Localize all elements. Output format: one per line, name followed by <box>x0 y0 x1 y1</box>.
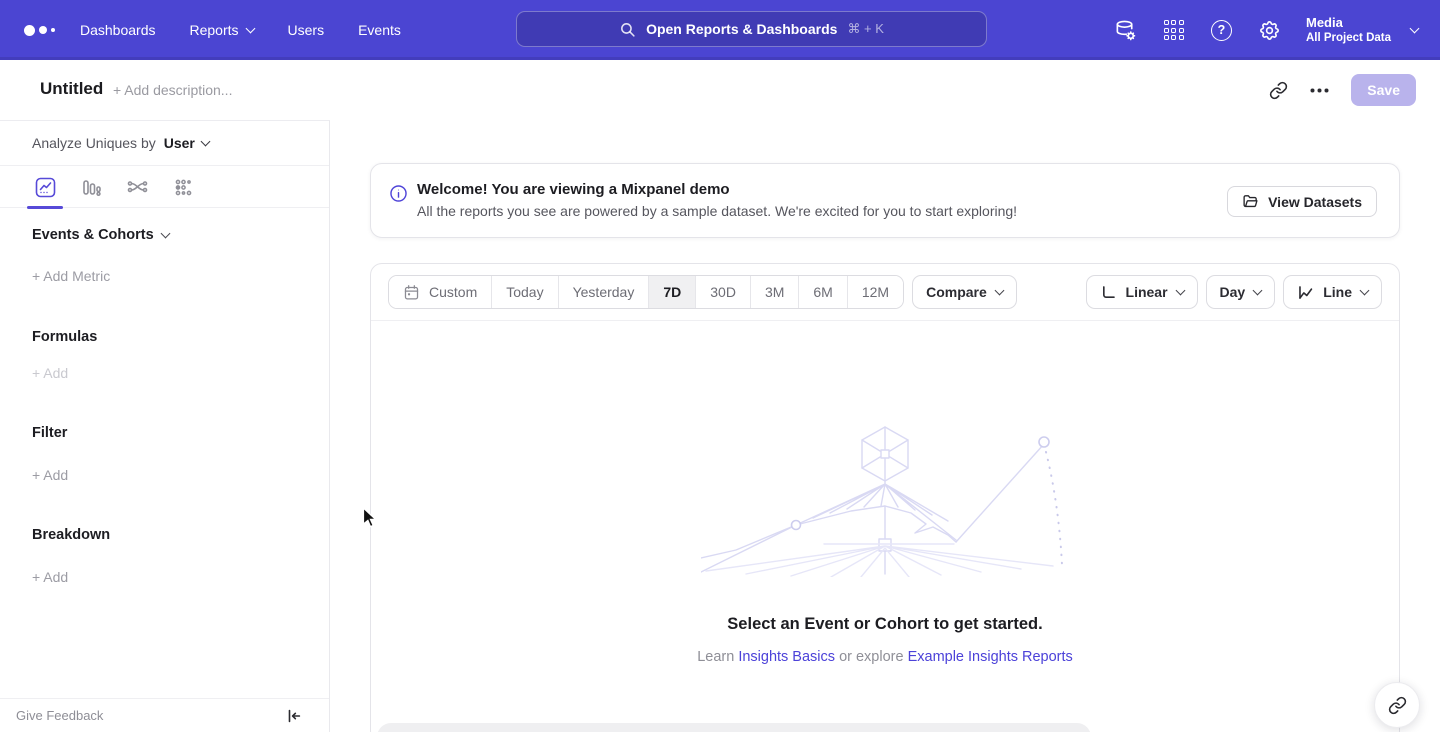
insights-basics-link[interactable]: Insights Basics <box>738 649 835 665</box>
formulas-section: Formulas <box>32 329 97 345</box>
tab-bar-chart[interactable] <box>68 167 114 208</box>
chevron-down-icon <box>200 136 210 146</box>
info-icon <box>389 184 408 203</box>
next-section-edge <box>377 723 1091 732</box>
line-chart-icon <box>1297 284 1314 301</box>
share-link-fab[interactable] <box>1374 682 1420 728</box>
collapse-sidebar-button[interactable] <box>285 707 303 725</box>
tab-flow[interactable] <box>114 167 160 208</box>
more-options-button[interactable] <box>1310 88 1329 93</box>
tab-metrics-grid[interactable] <box>160 167 206 208</box>
nav-users[interactable]: Users <box>288 22 325 38</box>
report-title[interactable]: Untitled <box>40 79 103 99</box>
help-icon[interactable]: ? <box>1210 19 1233 42</box>
granularity-dropdown[interactable]: Day <box>1206 275 1276 309</box>
ellipsis-icon <box>1310 88 1329 93</box>
search-shortcut: ⌘ + K <box>847 21 884 37</box>
collapse-left-icon <box>285 707 303 725</box>
apps-grid-icon[interactable] <box>1162 19 1185 42</box>
chevron-down-icon <box>1410 23 1420 33</box>
empty-state-hint: Learn Insights Basics or explore Example… <box>371 649 1399 665</box>
calendar-icon <box>403 284 420 301</box>
settings-gear-icon[interactable] <box>1258 19 1281 42</box>
project-subtitle: All Project Data <box>1306 31 1391 45</box>
folder-icon <box>1242 193 1259 210</box>
project-switcher[interactable]: Media All Project Data <box>1306 15 1418 45</box>
link-icon <box>1269 81 1288 100</box>
chevron-down-icon <box>160 228 170 238</box>
add-description-field[interactable]: + Add description... <box>113 82 232 98</box>
flow-tab-icon <box>127 177 148 198</box>
chevron-down-icon <box>245 23 255 33</box>
copy-link-button[interactable] <box>1269 81 1288 100</box>
range-12m[interactable]: 12M <box>848 276 903 308</box>
banner-title: Welcome! You are viewing a Mixpanel demo <box>417 181 1017 198</box>
empty-state-illustration <box>701 422 1081 577</box>
project-name: Media <box>1306 15 1391 31</box>
range-30d[interactable]: 30D <box>696 276 751 308</box>
analyze-label: Analyze Uniques by <box>32 135 156 151</box>
range-today[interactable]: Today <box>492 276 558 308</box>
data-management-icon[interactable] <box>1114 19 1137 42</box>
save-button[interactable]: Save <box>1351 74 1416 106</box>
chevron-down-icon <box>994 285 1004 295</box>
chevron-down-icon <box>1253 285 1263 295</box>
dots-grid-tab-icon <box>173 177 194 198</box>
chart-type-dropdown[interactable]: Line <box>1283 275 1382 309</box>
events-cohorts-section[interactable]: Events & Cohorts <box>32 227 169 243</box>
tab-insights-linechart[interactable] <box>22 167 68 208</box>
view-datasets-button[interactable]: View Datasets <box>1227 186 1377 217</box>
date-range-segmented-control: Custom Today Yesterday 7D 30D 3M 6M 12M <box>388 275 904 309</box>
nav-reports[interactable]: Reports <box>190 22 254 38</box>
bar-chart-tab-icon <box>81 177 102 198</box>
search-placeholder: Open Reports & Dashboards <box>646 21 837 37</box>
range-6m[interactable]: 6M <box>799 276 847 308</box>
add-formula-button[interactable]: + Add <box>32 365 68 381</box>
breakdown-section: Breakdown <box>32 527 110 543</box>
search-icon <box>619 21 636 38</box>
chevron-down-icon <box>1175 285 1185 295</box>
chevron-down-icon <box>1360 285 1370 295</box>
add-breakdown-button[interactable]: + Add <box>32 569 68 585</box>
nav-dashboards[interactable]: Dashboards <box>80 22 156 38</box>
example-insights-reports-link[interactable]: Example Insights Reports <box>908 649 1073 665</box>
give-feedback-link[interactable]: Give Feedback <box>16 708 103 723</box>
axes-icon <box>1100 284 1117 301</box>
nav-events[interactable]: Events <box>358 22 401 38</box>
global-search-input[interactable]: Open Reports & Dashboards ⌘ + K <box>516 11 987 47</box>
filter-section: Filter <box>32 425 67 441</box>
scale-dropdown[interactable]: Linear <box>1086 275 1198 309</box>
range-custom[interactable]: Custom <box>389 276 492 308</box>
report-header: Untitled + Add description... Save <box>0 60 1440 120</box>
add-filter-button[interactable]: + Add <box>32 467 68 483</box>
empty-state-title: Select an Event or Cohort to get started… <box>371 615 1399 634</box>
range-yesterday[interactable]: Yesterday <box>559 276 650 308</box>
range-3m[interactable]: 3M <box>751 276 799 308</box>
range-7d[interactable]: 7D <box>649 276 696 308</box>
add-metric-button[interactable]: + Add Metric <box>32 268 110 284</box>
analyze-by-dropdown[interactable]: User <box>164 135 209 151</box>
link-icon <box>1388 696 1407 715</box>
welcome-banner: Welcome! You are viewing a Mixpanel demo… <box>370 163 1400 238</box>
banner-body: All the reports you see are powered by a… <box>417 203 1017 219</box>
insights-chart-panel: Custom Today Yesterday 7D 30D 3M 6M 12M … <box>370 263 1400 732</box>
top-nav: Dashboards Reports Users Events Open Rep… <box>0 0 1440 60</box>
mixpanel-logo-icon[interactable] <box>24 0 55 60</box>
query-builder-sidebar: Analyze Uniques by User <box>0 120 330 732</box>
line-chart-tab-icon <box>35 177 56 198</box>
compare-dropdown[interactable]: Compare <box>912 275 1017 309</box>
